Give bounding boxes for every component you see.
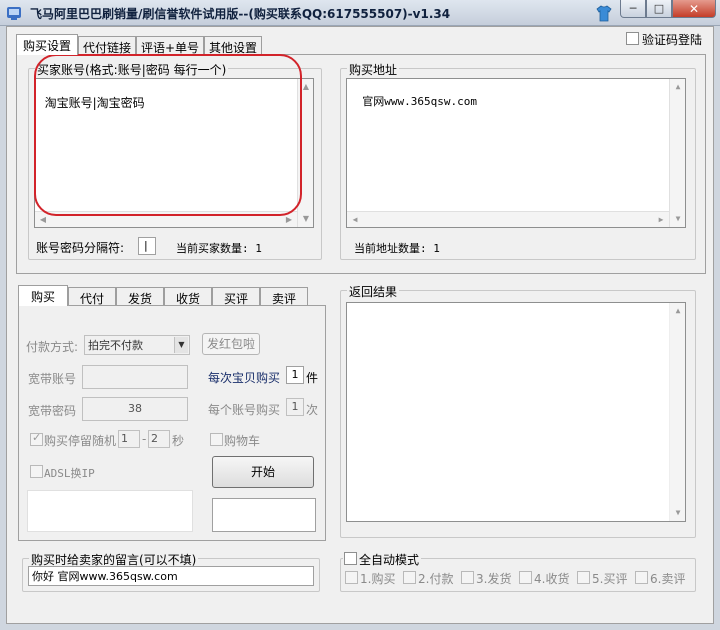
auto-step-seller-review-checkbox[interactable] bbox=[635, 571, 648, 584]
scroll-up-icon[interactable]: ▲ bbox=[670, 79, 685, 95]
cart-label: 购物车 bbox=[224, 434, 261, 448]
buyer-accounts-hscrollbar[interactable]: ◀ ▶ bbox=[35, 211, 297, 227]
random-min-input[interactable]: 1 bbox=[118, 430, 140, 448]
tab-ship[interactable]: 发货 bbox=[116, 287, 164, 306]
random-max-input[interactable]: 2 bbox=[148, 430, 170, 448]
auto-step-receive-label: 4.收货 bbox=[534, 572, 570, 586]
random-unit: 秒 bbox=[172, 434, 185, 448]
return-results-vscrollbar[interactable]: ▲ ▼ bbox=[669, 303, 685, 521]
scroll-up-icon[interactable]: ▲ bbox=[298, 79, 313, 95]
random-pause-label: 购买停留随机 bbox=[44, 434, 117, 448]
captcha-login-checkbox[interactable] bbox=[626, 32, 639, 45]
separator-input[interactable]: | bbox=[138, 237, 156, 255]
auto-mode-label: 全自动模式 bbox=[359, 553, 420, 567]
tab-buyer-review[interactable]: 买评 bbox=[212, 287, 260, 306]
separator-label: 账号密码分隔符: bbox=[36, 241, 125, 255]
start-button[interactable]: 开始 bbox=[212, 456, 314, 488]
maximize-button[interactable]: □ bbox=[646, 0, 672, 18]
buyer-count-label: 当前买家数量: 1 bbox=[176, 242, 262, 255]
auto-step-ship-checkbox[interactable] bbox=[461, 571, 474, 584]
broadband-password-input[interactable]: 38 bbox=[82, 397, 188, 421]
auto-step-buy-label: 1.购买 bbox=[360, 572, 396, 586]
buyer-accounts-vscrollbar[interactable]: ▲ ▼ bbox=[297, 79, 313, 227]
tab-buy[interactable]: 购买 bbox=[18, 285, 68, 306]
return-results-label: 返回结果 bbox=[347, 283, 400, 300]
tab-seller-review[interactable]: 卖评 bbox=[260, 287, 308, 306]
tab-reviews-orders[interactable]: 评语+单号 bbox=[136, 36, 204, 55]
per-account-label: 每个账号购买 bbox=[208, 403, 281, 417]
payment-method-select[interactable]: 拍完不付款 ▼ bbox=[84, 335, 190, 355]
purchase-urls-hscrollbar[interactable]: ◀ ▶ bbox=[347, 211, 669, 227]
auto-step-buy-checkbox[interactable] bbox=[345, 571, 358, 584]
return-results-textarea[interactable]: ▲ ▼ bbox=[346, 302, 686, 522]
window-title: 飞马阿里巴巴刷销量/刷信誉软件试用版--(购买联系QQ:617555507)-v… bbox=[30, 7, 451, 21]
auto-step-ship-label: 3.发货 bbox=[476, 572, 512, 586]
broadband-password-label: 宽带密码 bbox=[28, 404, 77, 418]
per-item-label: 每次宝贝购买 bbox=[208, 371, 281, 385]
scroll-left-icon[interactable]: ◀ bbox=[347, 212, 363, 227]
broadband-account-label: 宽带账号 bbox=[28, 372, 77, 386]
adsl-checkbox[interactable] bbox=[30, 465, 43, 478]
payment-method-value: 拍完不付款 bbox=[88, 339, 143, 352]
scroll-left-icon[interactable]: ◀ bbox=[35, 212, 51, 227]
tab-receive[interactable]: 收货 bbox=[164, 287, 212, 306]
tshirt-icon[interactable] bbox=[596, 5, 612, 22]
buyer-accounts-textarea[interactable]: 淘宝账号|淘宝密码 ▲ ▼ ◀ ▶ bbox=[34, 78, 314, 228]
auto-step-buyer-review-label: 5.买评 bbox=[592, 572, 628, 586]
scroll-down-icon[interactable]: ▼ bbox=[670, 505, 685, 521]
adsl-label: ADSL换IP bbox=[44, 467, 95, 480]
auto-step-pay-checkbox[interactable] bbox=[403, 571, 416, 584]
auto-step-seller-review-label: 6.卖评 bbox=[650, 572, 686, 586]
auto-step-buyer-review-checkbox[interactable] bbox=[577, 571, 590, 584]
scroll-up-icon[interactable]: ▲ bbox=[670, 303, 685, 319]
seller-message-input[interactable]: 你好 官网www.365qsw.com bbox=[28, 566, 314, 586]
per-item-input[interactable]: 1 bbox=[286, 366, 304, 384]
payment-method-label: 付款方式: bbox=[26, 340, 79, 354]
buyer-accounts-label: 买家账号(格式:账号|密码 每行一个) bbox=[35, 61, 229, 78]
per-account-input[interactable]: 1 bbox=[286, 398, 304, 416]
scroll-down-icon[interactable]: ▼ bbox=[298, 211, 313, 227]
chevron-down-icon[interactable]: ▼ bbox=[174, 337, 188, 353]
purchase-urls-text: 官网www.365qsw.com bbox=[362, 95, 477, 108]
app-icon bbox=[7, 7, 21, 20]
scroll-down-icon[interactable]: ▼ bbox=[670, 211, 685, 227]
captcha-login-label: 验证码登陆 bbox=[642, 33, 703, 47]
purchase-urls-vscrollbar[interactable]: ▲ ▼ bbox=[669, 79, 685, 227]
per-account-unit: 次 bbox=[306, 403, 319, 417]
tab-other-settings[interactable]: 其他设置 bbox=[204, 36, 262, 55]
random-pause-checkbox[interactable] bbox=[30, 431, 43, 446]
random-dash: - bbox=[142, 432, 147, 446]
per-item-unit: 件 bbox=[306, 371, 319, 385]
cart-checkbox[interactable] bbox=[210, 433, 223, 446]
tab-payment-links[interactable]: 代付链接 bbox=[78, 36, 136, 55]
scroll-right-icon[interactable]: ▶ bbox=[281, 212, 297, 227]
broadband-account-input[interactable] bbox=[82, 365, 188, 389]
url-count-label: 当前地址数量: 1 bbox=[354, 242, 440, 255]
auto-step-pay-label: 2.付款 bbox=[418, 572, 454, 586]
status-box bbox=[27, 490, 193, 532]
scroll-right-icon[interactable]: ▶ bbox=[653, 212, 669, 227]
captcha-input[interactable] bbox=[212, 498, 316, 532]
buyer-accounts-text: 淘宝账号|淘宝密码 bbox=[44, 96, 145, 110]
seller-message-value: 你好 官网www.365qsw.com bbox=[32, 570, 178, 583]
auto-mode-checkbox[interactable] bbox=[344, 552, 357, 565]
purchase-urls-label: 购买地址 bbox=[347, 61, 400, 78]
purchase-urls-textarea[interactable]: 官网www.365qsw.com ▲ ▼ ◀ ▶ bbox=[346, 78, 686, 228]
close-button[interactable]: ✕ bbox=[672, 0, 716, 18]
red-packet-button[interactable]: 发红包啦 bbox=[202, 333, 260, 355]
title-bar[interactable]: 飞马阿里巴巴刷销量/刷信誉软件试用版--(购买联系QQ:617555507)-v… bbox=[0, 0, 720, 26]
tab-proxy-pay[interactable]: 代付 bbox=[68, 287, 116, 306]
auto-step-receive-checkbox[interactable] bbox=[519, 571, 532, 584]
minimize-button[interactable]: ─ bbox=[620, 0, 646, 18]
tab-purchase-settings[interactable]: 购买设置 bbox=[16, 34, 78, 55]
